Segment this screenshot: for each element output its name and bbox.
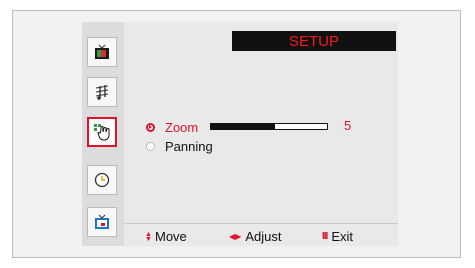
menu-title: SETUP: [232, 31, 396, 51]
zoom-option[interactable]: Zoom: [146, 119, 198, 135]
bullet-icon: [146, 141, 155, 151]
exit-label: Exit: [331, 228, 354, 244]
zoom-slider[interactable]: [210, 123, 328, 130]
input-menu-icon[interactable]: [87, 207, 117, 237]
selected-bullet-icon: [146, 122, 155, 132]
move-label: Move: [155, 228, 187, 244]
exit-menu-icon: III: [322, 230, 328, 242]
zoom-slider-fill: [211, 124, 275, 129]
zoom-label: Zoom: [165, 119, 199, 135]
panning-label: Panning: [165, 138, 213, 154]
adjust-label: Adjust: [245, 228, 282, 244]
timer-menu-icon[interactable]: [87, 165, 117, 195]
menu-panel: [82, 22, 398, 246]
adjust-hint: ◀▶ Adjust: [229, 228, 281, 244]
side-menu: [82, 22, 124, 246]
picture-menu-icon[interactable]: [87, 37, 117, 67]
zoom-value: 5: [344, 118, 352, 133]
sound-menu-icon[interactable]: [87, 77, 117, 107]
move-hint: ▲▼ Move: [145, 228, 187, 244]
exit-hint: III Exit: [322, 228, 353, 244]
left-right-arrows-icon: ◀▶: [229, 231, 242, 241]
setup-menu-icon[interactable]: [87, 117, 117, 147]
footer-divider: [124, 223, 398, 224]
panning-option[interactable]: Panning: [146, 138, 213, 154]
up-down-arrows-icon: ▲▼: [145, 231, 152, 241]
menu-title-text: SETUP: [288, 32, 339, 50]
